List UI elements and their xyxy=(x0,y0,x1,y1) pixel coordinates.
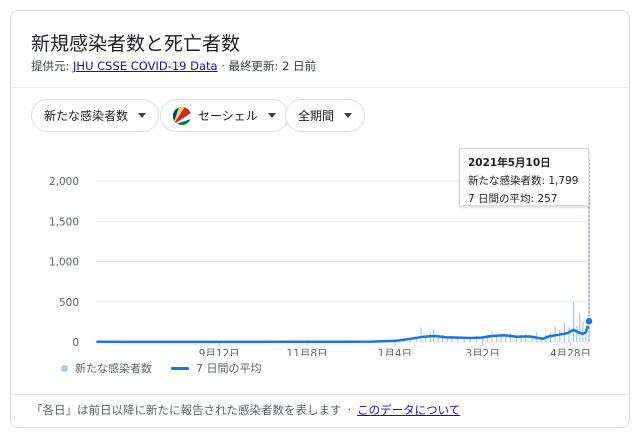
case-bar xyxy=(563,321,565,342)
case-bar xyxy=(568,327,570,342)
x-tick-label: 11月8日 xyxy=(287,348,328,356)
case-bar xyxy=(559,329,561,342)
updated-text: · 最終更新: 2 日前 xyxy=(217,59,317,73)
case-bar xyxy=(420,327,422,342)
case-bar xyxy=(554,325,556,342)
case-bar xyxy=(505,336,507,342)
metric-dropdown[interactable]: 新たな感染者数 xyxy=(31,99,160,132)
y-tick-label: 1,000 xyxy=(49,257,79,269)
legend-label-bars: 新たな感染者数 xyxy=(75,362,152,375)
case-bar xyxy=(549,333,552,342)
average-line xyxy=(96,320,591,344)
chevron-down-icon xyxy=(267,113,276,118)
tooltip-new-cases: 新たな感染者数: 1,799 xyxy=(468,175,579,187)
period-dropdown[interactable]: 全期間 xyxy=(285,99,366,132)
footer-separator: · xyxy=(347,403,352,417)
metric-dropdown-label: 新たな感染者数 xyxy=(44,109,129,123)
region-dropdown-label: セーシェル xyxy=(198,109,258,123)
about-data-link[interactable]: このデータについて xyxy=(357,403,460,417)
legend-line-swatch xyxy=(171,366,189,370)
y-tick-label: 2,000 xyxy=(49,176,79,188)
source-line: 提供元: JHU CSSE COVID-19 Data · 最終更新: 2 日前 xyxy=(31,58,316,74)
chevron-down-icon xyxy=(138,113,147,118)
hover-point xyxy=(584,316,594,327)
case-bar xyxy=(509,333,512,342)
tooltip-date: 2021年5月10日 xyxy=(468,157,551,169)
legend-item-line[interactable]: 7 日間の平均 xyxy=(171,360,262,376)
tooltip-average: 7 日間の平均: 257 xyxy=(468,193,558,205)
footer-note: 「各日」は前日以降に新たに報告された感染者数を表します xyxy=(31,403,342,417)
case-bar xyxy=(572,301,575,342)
legend-dot xyxy=(61,364,68,372)
x-tick-label: 4月28日 xyxy=(550,348,591,356)
case-bar xyxy=(525,333,527,342)
y-tick-label: 0 xyxy=(72,337,79,349)
footer-divider xyxy=(11,394,629,395)
x-tick-label: 3月2日 xyxy=(466,348,500,356)
case-bar xyxy=(576,325,578,342)
x-tick-label: 1月4日 xyxy=(378,348,412,356)
legend-label-line: 7 日間の平均 xyxy=(196,362,262,375)
footer: 「各日」は前日以降に新たに報告された感染者数を表します · このデータについて xyxy=(31,402,460,418)
legend-item-bars[interactable]: 新たな感染者数 xyxy=(61,360,152,376)
seychelles-flag-icon xyxy=(173,106,191,125)
case-bar xyxy=(582,321,584,342)
chevron-down-icon xyxy=(344,113,353,118)
x-tick-label: 9月12日 xyxy=(199,348,240,356)
region-dropdown[interactable]: セーシェル xyxy=(160,99,289,132)
source-prefix: 提供元: xyxy=(31,59,74,73)
y-tick-label: 500 xyxy=(59,297,79,309)
case-bar xyxy=(585,333,587,342)
chart-card: 新規感染者数と死亡者数 提供元: JHU CSSE COVID-19 Data … xyxy=(10,10,630,428)
header-divider xyxy=(11,87,629,88)
source-link[interactable]: JHU CSSE COVID-19 Data xyxy=(73,59,218,73)
period-dropdown-label: 全期間 xyxy=(298,109,335,123)
chart-title: 新規感染者数と死亡者数 xyxy=(31,33,241,55)
chart-tooltip: 2021年5月10日 新たな感染者数: 1,799 7 日間の平均: 257 xyxy=(459,148,589,206)
y-tick-label: 1,500 xyxy=(49,216,79,228)
case-bar xyxy=(579,313,581,342)
